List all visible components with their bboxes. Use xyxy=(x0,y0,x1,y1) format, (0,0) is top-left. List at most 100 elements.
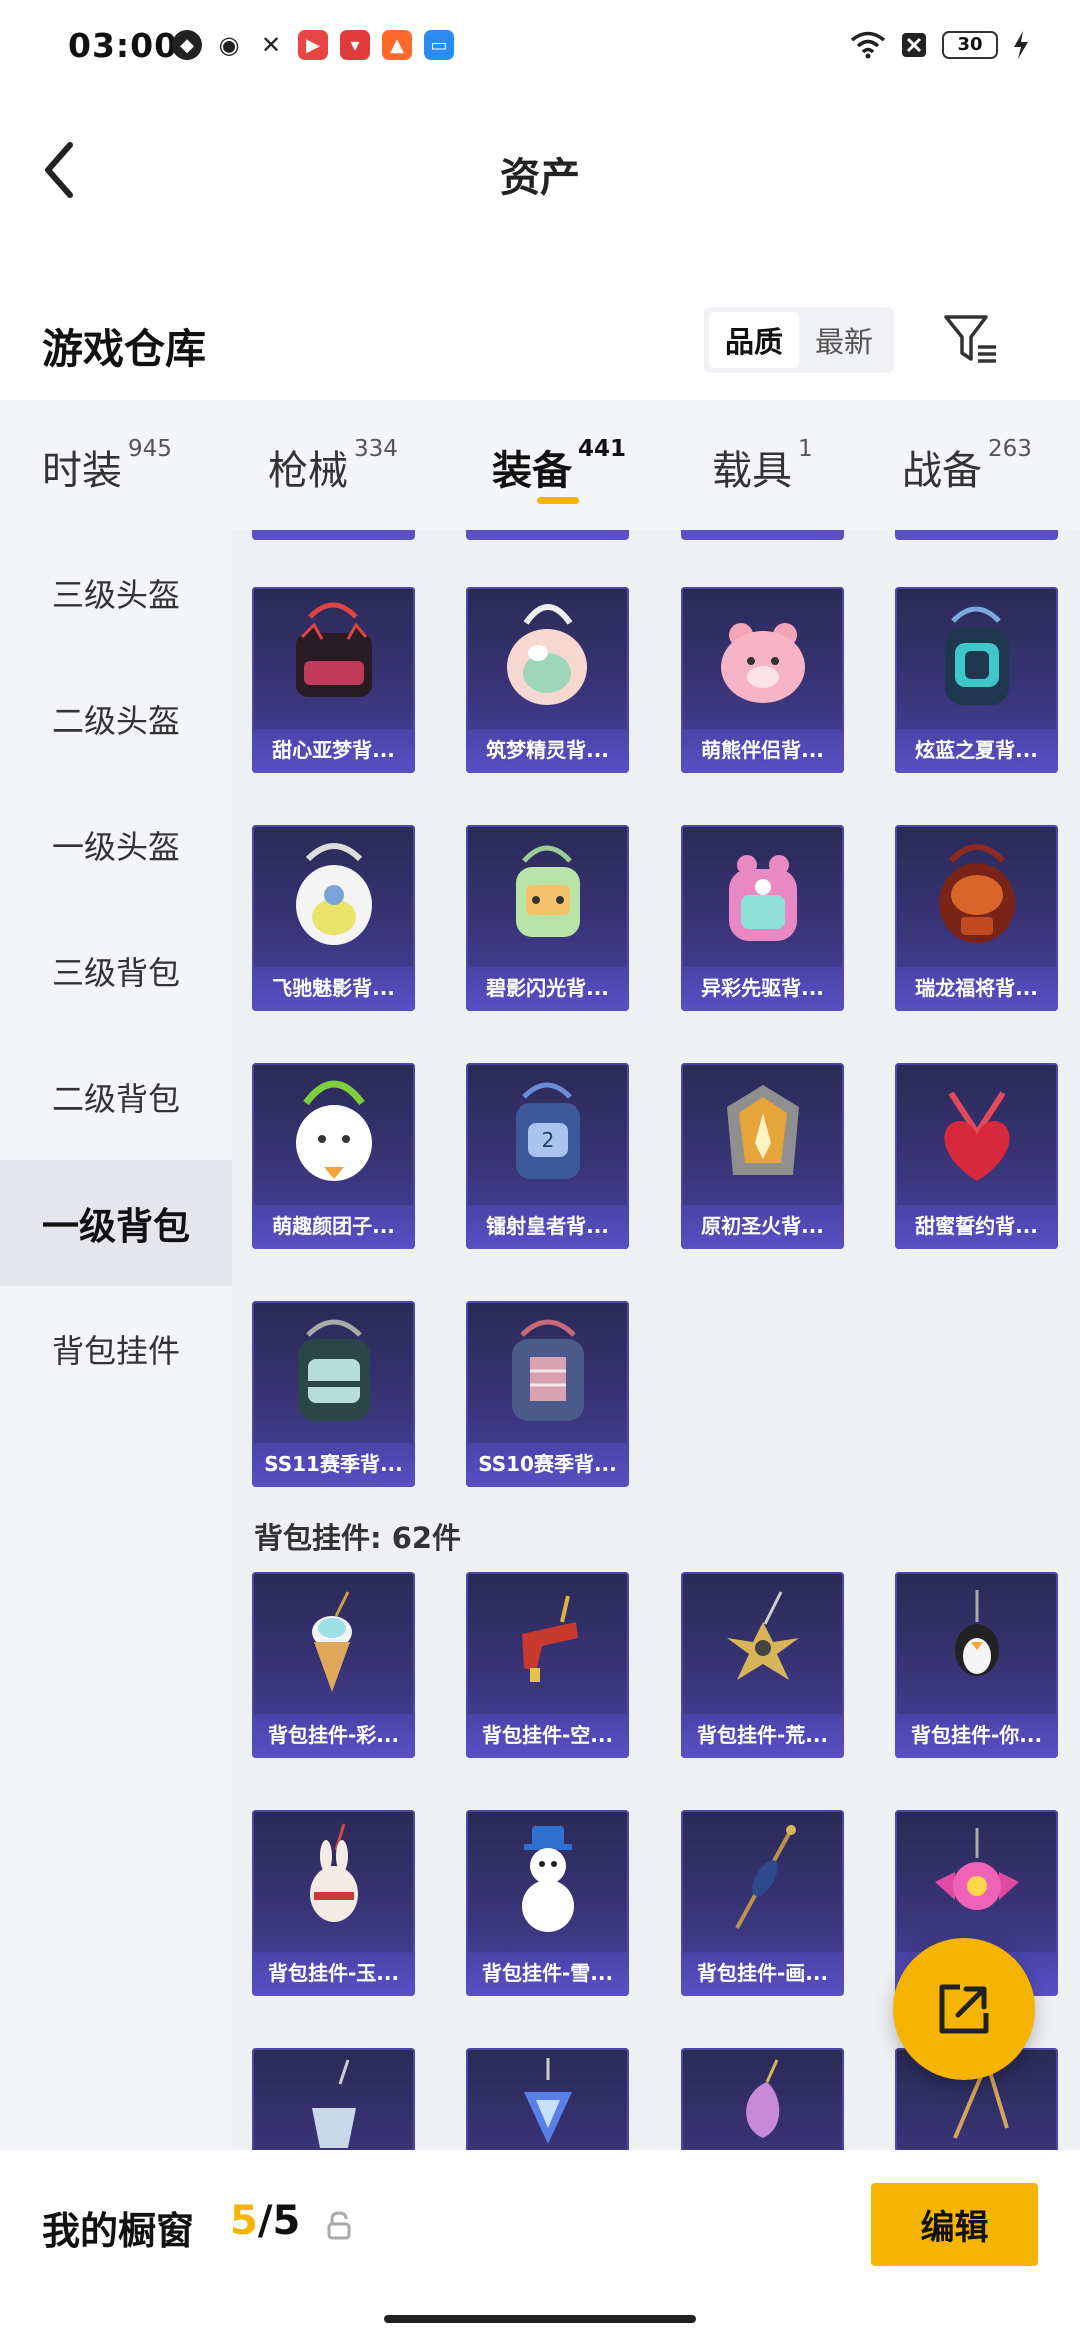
showcase-bar: 我的橱窗 5/5 编辑 xyxy=(0,2150,1080,2340)
active-tab-indicator xyxy=(537,497,579,504)
backpack-image xyxy=(944,1091,1010,1181)
tab-count: 1 xyxy=(798,436,813,462)
pendant-image xyxy=(727,1591,799,1680)
item-name: 炫蓝之夏背... xyxy=(895,729,1058,773)
backpack-image: 2 xyxy=(516,1082,580,1179)
item-tile[interactable]: 飞驰魅影背... xyxy=(252,825,415,1011)
sub-item-helmet-2[interactable]: 二级头盔 xyxy=(0,656,232,782)
item-tile[interactable]: SS11赛季背... xyxy=(252,1301,415,1487)
showcase-count-current: 5 xyxy=(230,2198,258,2244)
item-tile[interactable]: 原初圣火背... xyxy=(681,1063,844,1249)
backpack-image xyxy=(296,602,372,697)
item-tile[interactable]: 背包挂件-雪... xyxy=(466,1810,629,1996)
map-app-icon: ▲ xyxy=(382,30,412,60)
lock-icon xyxy=(327,2211,351,2240)
item-tile[interactable]: 背包挂件-空... xyxy=(466,1572,629,1758)
item-tile[interactable]: 甜蜜誓约背... xyxy=(895,1063,1058,1249)
pendant-image xyxy=(524,2058,572,2144)
tile-edge xyxy=(252,530,415,540)
item-tile[interactable] xyxy=(252,2048,415,2150)
category-tabs: 时装 945 枪械 334 装备 441 载具 1 战备 263 xyxy=(0,400,1080,530)
item-tile[interactable]: 炫蓝之夏背... xyxy=(895,587,1058,773)
item-name: 背包挂件-玉... xyxy=(252,1952,415,1996)
sub-item-backpack-1[interactable]: 一级背包 xyxy=(0,1160,232,1286)
item-name: 异彩先驱背... xyxy=(681,967,844,1011)
item-grid: 甜心亚梦背... 筑梦精灵背... 萌熊伴侣背... 炫蓝之夏背... 飞驰魅影… xyxy=(232,530,1080,2150)
tab-equipment[interactable]: 装备 441 xyxy=(492,436,627,496)
item-tile[interactable] xyxy=(681,2048,844,2150)
backpack-image xyxy=(727,1085,799,1175)
item-tile[interactable]: 瑞龙福将背... xyxy=(895,825,1058,1011)
backpack-image xyxy=(296,1080,372,1181)
item-name: 飞驰魅影背... xyxy=(252,967,415,1011)
tab-count: 945 xyxy=(128,436,172,462)
backpack-image xyxy=(296,843,372,945)
filter-icon[interactable] xyxy=(940,309,1000,369)
sub-item-backpack-pendant[interactable]: 背包挂件 xyxy=(0,1286,232,1412)
item-name: 背包挂件-彩... xyxy=(252,1714,415,1758)
pendant-image xyxy=(522,1595,578,1682)
charging-icon xyxy=(1014,31,1028,59)
tab-label: 载具 xyxy=(712,448,792,494)
tab-count: 263 xyxy=(988,436,1032,462)
app-header: 资产 xyxy=(0,95,1080,245)
tab-label: 装备 xyxy=(492,448,572,494)
tab-label: 枪械 xyxy=(268,448,348,494)
edit-showcase-button[interactable]: 编辑 xyxy=(871,2183,1038,2266)
sort-quality-button[interactable]: 品质 xyxy=(709,312,799,368)
pendant-image xyxy=(735,1825,796,1929)
item-tile[interactable]: 背包挂件-你... xyxy=(895,1572,1058,1758)
home-indicator[interactable] xyxy=(384,2315,696,2323)
item-tile[interactable]: 甜心亚梦背... xyxy=(252,587,415,773)
backpack-image xyxy=(298,1319,370,1421)
sub-category-nav: 三级头盔 二级头盔 一级头盔 三级背包 二级背包 一级背包 背包挂件 xyxy=(0,530,232,2150)
share-floating-button[interactable] xyxy=(893,1938,1035,2080)
item-name: 萌趣颜团子... xyxy=(252,1205,415,1249)
pendant-image xyxy=(522,1826,574,1932)
backpack-image xyxy=(945,606,1009,705)
shopping-app-icon: ▾ xyxy=(340,30,370,60)
section-title: 游戏仓库 xyxy=(42,325,206,373)
backpack-image xyxy=(721,623,805,703)
sub-item-backpack-2[interactable]: 二级背包 xyxy=(0,1034,232,1160)
item-tile[interactable]: 碧影闪光背... xyxy=(466,825,629,1011)
item-name: 背包挂件-荒... xyxy=(681,1714,844,1758)
item-name: 筑梦精灵背... xyxy=(466,729,629,773)
item-tile[interactable]: 2 镭射皇者背... xyxy=(466,1063,629,1249)
item-tile[interactable]: SS10赛季背... xyxy=(466,1301,629,1487)
tab-firearms[interactable]: 枪械 334 xyxy=(268,436,398,496)
tab-count: 334 xyxy=(354,436,398,462)
tab-fashion[interactable]: 时装 945 xyxy=(42,436,172,496)
status-time: 03:00 xyxy=(68,26,179,65)
sub-item-helmet-3[interactable]: 三级头盔 xyxy=(0,530,232,656)
backpack-image xyxy=(939,844,1015,943)
item-tile[interactable] xyxy=(466,2048,629,2150)
item-name: 萌熊伴侣背... xyxy=(681,729,844,773)
item-tile[interactable]: 背包挂件-荒... xyxy=(681,1572,844,1758)
item-tile[interactable]: 背包挂件-彩... xyxy=(252,1572,415,1758)
item-name: 碧影闪光背... xyxy=(466,967,629,1011)
tab-combat-gear[interactable]: 战备 263 xyxy=(902,436,1032,496)
tab-count: 441 xyxy=(578,436,627,462)
page-title: 资产 xyxy=(500,155,580,201)
item-tile[interactable]: 背包挂件-玉... xyxy=(252,1810,415,1996)
item-name: 甜蜜誓约背... xyxy=(895,1205,1058,1249)
pendant-group-title: 背包挂件: 62件 xyxy=(254,1521,462,1555)
showcase-label: 我的橱窗 xyxy=(42,2209,195,2253)
item-tile[interactable]: 筑梦精灵背... xyxy=(466,587,629,773)
warehouse-header: 游戏仓库 品质 最新 xyxy=(0,285,1080,395)
item-name: 背包挂件-画... xyxy=(681,1952,844,1996)
item-name: 瑞龙福将背... xyxy=(895,967,1058,1011)
item-tile[interactable]: 萌熊伴侣背... xyxy=(681,587,844,773)
item-tile[interactable]: 背包挂件-画... xyxy=(681,1810,844,1996)
tab-vehicles[interactable]: 载具 1 xyxy=(712,436,813,496)
item-tile[interactable]: 萌趣颜团子... xyxy=(252,1063,415,1249)
backpack-image xyxy=(512,1319,584,1421)
sub-item-helmet-1[interactable]: 一级头盔 xyxy=(0,782,232,908)
item-name: 甜心亚梦背... xyxy=(252,729,415,773)
sort-newest-button[interactable]: 最新 xyxy=(799,312,889,368)
item-tile[interactable]: 异彩先驱背... xyxy=(681,825,844,1011)
pendant-image xyxy=(312,2059,356,2148)
sub-item-backpack-3[interactable]: 三级背包 xyxy=(0,908,232,1034)
item-name: 背包挂件-雪... xyxy=(466,1952,629,1996)
